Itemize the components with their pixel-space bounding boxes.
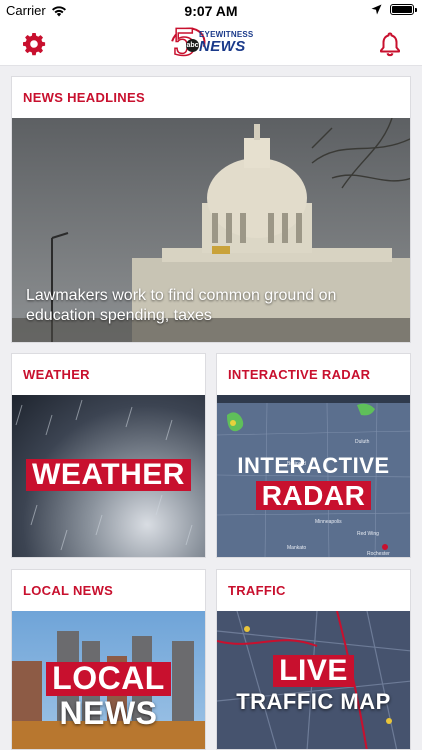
eyewitness-news-logo: 5 EYEWITNESS NEWS abc xyxy=(164,21,254,67)
radar-city-duluth: Duluth xyxy=(355,439,370,445)
local-news-card[interactable]: LOCAL NEWS LOCAL NEWS xyxy=(11,569,206,750)
local-image-line1: LOCAL xyxy=(46,661,171,696)
radar-city-minneapolis: Minneapolis xyxy=(315,519,342,525)
weather-card[interactable]: WEATHER WEATHER xyxy=(11,353,206,558)
radar-city-rochester: Rochester xyxy=(367,551,390,557)
headline-image[interactable]: Lawmakers work to find common ground on … xyxy=(12,118,410,342)
traffic-image-line2: TRAFFIC MAP xyxy=(236,689,391,714)
interactive-radar-card[interactable]: INTERACTIVE RADAR Duluth Minneapolis Man… xyxy=(216,353,411,558)
logo-news: NEWS xyxy=(199,38,246,55)
notifications-bell-icon[interactable] xyxy=(378,31,402,57)
news-headlines-title: NEWS HEADLINES xyxy=(23,89,145,105)
settings-gear-icon[interactable] xyxy=(22,32,46,56)
navigation-bar: 5 EYEWITNESS NEWS abc xyxy=(0,21,422,67)
traffic-image[interactable]: LIVE TRAFFIC MAP xyxy=(217,611,410,749)
radar-image[interactable]: Duluth Minneapolis Mankato Brainerd Red … xyxy=(217,395,410,557)
traffic-image-line1: LIVE xyxy=(273,655,354,687)
weather-image-label: WEATHER xyxy=(26,459,191,491)
news-headlines-card[interactable]: NEWS HEADLINES Lawmakers work to find co… xyxy=(11,76,411,343)
location-arrow-icon xyxy=(371,4,382,15)
status-bar: Carrier 9:07 AM xyxy=(0,0,422,22)
radar-title: INTERACTIVE RADAR xyxy=(228,366,371,382)
radar-city-mankato: Mankato xyxy=(287,545,306,551)
local-news-image[interactable]: LOCAL NEWS xyxy=(12,611,205,749)
weather-title: WEATHER xyxy=(23,366,90,382)
radar-city-red-wing: Red Wing xyxy=(357,531,379,537)
local-news-title: LOCAL NEWS xyxy=(23,582,114,598)
traffic-card[interactable]: TRAFFIC LIVE TRAFFIC MAP xyxy=(216,569,411,750)
headline-text[interactable]: Lawmakers work to find common ground on … xyxy=(26,286,350,326)
radar-image-line2: RADAR xyxy=(255,481,372,510)
weather-image[interactable]: WEATHER xyxy=(12,395,205,557)
battery-icon xyxy=(390,4,417,15)
local-image-line2: NEWS xyxy=(59,694,158,731)
status-time: 9:07 AM xyxy=(184,3,238,19)
radar-image-line1: INTERACTIVE xyxy=(237,453,390,478)
traffic-title: TRAFFIC xyxy=(228,582,286,598)
status-right xyxy=(371,4,417,15)
logo-abc: abc xyxy=(186,39,199,52)
